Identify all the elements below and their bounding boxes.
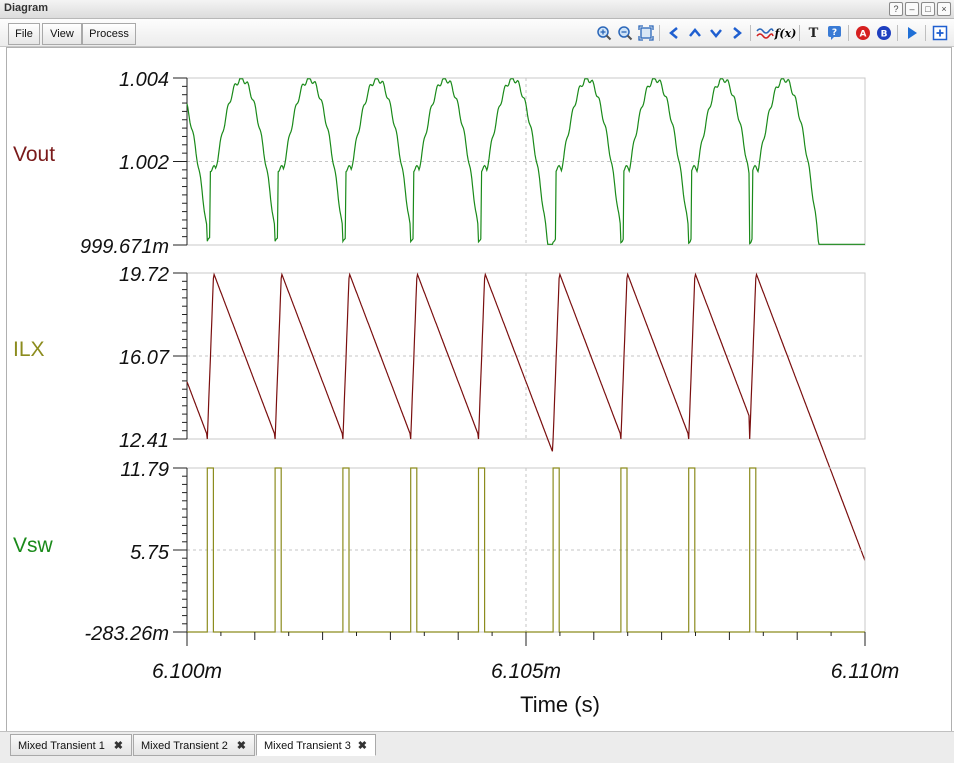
tab-bar: Mixed Transient 1 ✖ Mixed Transient 2 ✖ Mi…: [0, 731, 954, 763]
y-tick-label: 5.75: [130, 542, 170, 564]
waveform-icon[interactable]: [755, 24, 774, 42]
tab-label: Mixed Transient 2: [141, 740, 228, 752]
close-tab-icon[interactable]: ✖: [358, 735, 367, 757]
series-label: Vsw: [13, 534, 54, 557]
close-tab-icon[interactable]: ✖: [237, 735, 246, 757]
pan-right-icon[interactable]: [728, 24, 746, 42]
series-label: Vout: [13, 143, 55, 166]
toolbar: File View Process f(x) T ? A B: [0, 19, 954, 47]
window-titlebar: Diagram ? – □ ×: [0, 0, 954, 19]
tab-mixed-transient-1[interactable]: Mixed Transient 1 ✖: [10, 734, 132, 756]
function-icon[interactable]: f(x): [775, 24, 797, 42]
plot-area[interactable]: 1.004 1.002 999.671m Vout 19.72 16.07 12.41 ILX…: [6, 47, 952, 732]
x-tick-label: 6.100m: [152, 660, 222, 683]
zoom-out-icon[interactable]: [616, 24, 634, 42]
cursor-b-icon[interactable]: B: [875, 24, 893, 42]
x-tick-label: 6.105m: [491, 660, 561, 683]
minimize-button[interactable]: –: [905, 2, 919, 16]
svg-text:B: B: [880, 30, 887, 40]
help-icon[interactable]: ?: [826, 24, 844, 42]
fit-icon[interactable]: [637, 24, 655, 42]
close-button[interactable]: ×: [937, 2, 951, 16]
tab-label: Mixed Transient 1: [18, 740, 105, 752]
help-button[interactable]: ?: [889, 2, 903, 16]
x-tick-label: 6.110m: [831, 660, 900, 683]
y-tick-label: 1.002: [119, 152, 169, 174]
tab-label: Mixed Transient 3: [264, 740, 351, 752]
file-menu[interactable]: File: [8, 23, 40, 45]
svg-text:?: ?: [831, 28, 836, 38]
tab-mixed-transient-3[interactable]: Mixed Transient 3 ✖: [256, 734, 376, 756]
expand-icon[interactable]: [931, 24, 949, 42]
x-axis-label: Time (s): [520, 692, 600, 717]
text-icon[interactable]: T: [805, 24, 823, 42]
maximize-button[interactable]: □: [921, 2, 935, 16]
pan-left-icon[interactable]: [665, 24, 683, 42]
y-tick-label: 16.07: [119, 347, 170, 369]
pan-up-icon[interactable]: [686, 24, 704, 42]
y-tick-label: -283.26m: [85, 623, 170, 645]
close-tab-icon[interactable]: ✖: [114, 735, 123, 757]
run-icon[interactable]: [903, 24, 921, 42]
zoom-in-icon[interactable]: [595, 24, 613, 42]
window-title: Diagram: [4, 2, 49, 14]
series-label: ILX: [13, 338, 45, 361]
y-tick-label: 11.79: [120, 459, 169, 481]
pan-down-icon[interactable]: [707, 24, 725, 42]
svg-text:A: A: [859, 30, 866, 40]
view-menu[interactable]: View: [42, 23, 82, 45]
y-tick-label: 999.671m: [80, 236, 169, 258]
y-tick-label: 19.72: [119, 264, 169, 286]
cursor-a-icon[interactable]: A: [854, 24, 872, 42]
transient-chart[interactable]: 1.004 1.002 999.671m Vout 19.72 16.07 12.41 ILX…: [7, 48, 951, 731]
process-menu[interactable]: Process: [82, 23, 136, 45]
y-tick-label: 12.41: [119, 430, 169, 452]
y-tick-label: 1.004: [119, 69, 169, 91]
tab-mixed-transient-2[interactable]: Mixed Transient 2 ✖: [133, 734, 255, 756]
